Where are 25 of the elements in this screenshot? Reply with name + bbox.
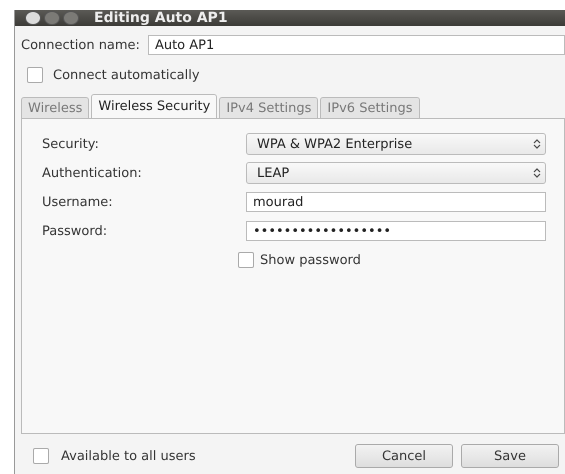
field-label: Authentication:: [42, 166, 143, 180]
spinner-arrows-icon: [533, 167, 541, 179]
tab[interactable]: Wireless Security: [91, 94, 218, 118]
checkbox[interactable]: [33, 448, 49, 464]
connection-name-field[interactable]: Auto AP1: [148, 35, 565, 55]
input-field[interactable]: ••••••••••••••••••: [246, 221, 546, 241]
window-title: Editing Auto AP1: [94, 10, 228, 26]
checkbox-label: Available to all users: [61, 448, 196, 464]
field-label: Connection name:: [21, 38, 140, 52]
field-label: Username:: [42, 194, 114, 210]
dropdown[interactable]: LEAP: [246, 162, 546, 184]
dropdown[interactable]: WPA & WPA2 Enterprise: [246, 133, 546, 155]
dialog-button[interactable]: Cancel: [355, 444, 453, 468]
checkbox[interactable]: [238, 252, 254, 268]
checkbox-label: Connect automatically: [53, 68, 200, 82]
tab[interactable]: IPv6 Settings: [320, 97, 420, 118]
tab[interactable]: IPv4 Settings: [219, 97, 318, 118]
field-label: Password:: [42, 224, 108, 238]
input-field[interactable]: mourad: [246, 192, 546, 212]
checkbox[interactable]: [27, 67, 43, 83]
checkbox-label: Show password: [260, 252, 361, 268]
spinner-arrows-icon: [533, 138, 541, 150]
dialog-button[interactable]: Save: [461, 444, 559, 468]
tab[interactable]: Wireless: [21, 97, 90, 118]
field-label: Security:: [42, 136, 100, 152]
